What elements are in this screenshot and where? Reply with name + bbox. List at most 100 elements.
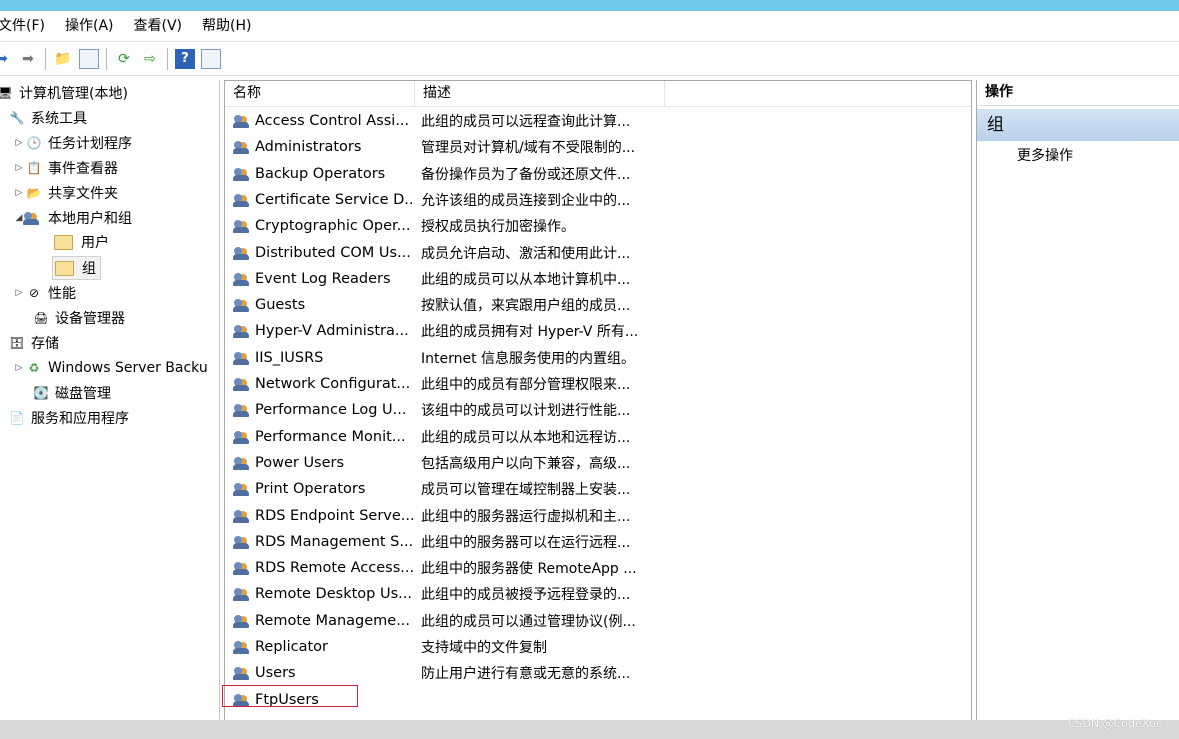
group-name-text: IIS_IUSRS xyxy=(255,349,324,366)
folder-icon xyxy=(54,234,73,250)
users-group-icon xyxy=(23,210,43,226)
group-name: Guests xyxy=(233,297,415,313)
group-description: 成员可以管理在域控制器上安装... xyxy=(421,482,631,499)
group-name-text: Print Operators xyxy=(255,481,366,498)
group-description: 包括高级用户以向下兼容，高级... xyxy=(421,455,631,472)
column-header-name[interactable]: 名称 xyxy=(225,81,415,106)
group-name-text: Distributed COM Us... xyxy=(255,244,411,261)
backup-icon: ♻ xyxy=(28,361,40,375)
help-icon[interactable]: ? xyxy=(175,48,195,69)
tree-node-event-viewer[interactable]: ▷ 📋 事件查看器 xyxy=(13,157,118,179)
table-row[interactable]: Distributed COM Us... 成员允许启动、激活和使用此计... xyxy=(225,240,971,266)
table-row[interactable]: Cryptographic Oper... 授权成员执行加密操作。 xyxy=(225,213,971,239)
tree-node-groups[interactable]: 组 xyxy=(52,256,101,280)
group-name: Certificate Service D... xyxy=(233,192,415,208)
table-row[interactable]: Event Log Readers 此组的成员可以从本地计算机中... xyxy=(225,266,971,292)
tree-node-device-manager[interactable]: 🖨 设备管理器 xyxy=(32,307,125,329)
column-header-description[interactable]: 描述 xyxy=(415,81,665,106)
tree-node-shared-folders[interactable]: ▷ 📂 共享文件夹 xyxy=(13,182,118,204)
tree-node-task-scheduler[interactable]: ▷ 🕒 任务计划程序 xyxy=(13,132,132,154)
table-row[interactable]: Remote Desktop Us... 此组中的成员被授予远程登录的... xyxy=(225,581,971,607)
table-row[interactable]: Certificate Service D... 允许该组的成员连接到企业中的..… xyxy=(225,187,971,213)
group-name: Replicator xyxy=(233,639,415,655)
show-hide-tree-icon[interactable] xyxy=(79,48,99,69)
group-name: RDS Endpoint Serve... xyxy=(233,508,415,524)
show-hide-action-pane-icon[interactable] xyxy=(201,48,221,69)
tree-node-storage[interactable]: 🗄 存储 xyxy=(8,332,59,354)
expand-arrow-icon[interactable]: ▷ xyxy=(13,138,25,148)
menu-help[interactable]: 帮助(H) xyxy=(192,11,261,41)
menu-view[interactable]: 查看(V) xyxy=(124,11,193,41)
tree-node-users[interactable]: 用户 xyxy=(54,231,109,253)
group-icon xyxy=(233,376,251,392)
table-row[interactable]: Performance Monit... 此组的成员可以从本地和远程访... xyxy=(225,424,971,450)
group-icon xyxy=(233,218,251,234)
table-row[interactable]: Power Users 包括高级用户以向下兼容，高级... xyxy=(225,450,971,476)
group-name: Administrators xyxy=(233,139,415,155)
menu-action[interactable]: 操作(A) xyxy=(55,11,124,41)
tree-node-windows-server-backup[interactable]: ▷ ♻ Windows Server Backu xyxy=(13,357,208,379)
menu-bar: 文件(F) 操作(A) 查看(V) 帮助(H) xyxy=(0,11,1179,42)
group-name: Hyper-V Administra... xyxy=(233,323,415,339)
group-icon xyxy=(233,323,251,339)
group-description: 该组中的成员可以计划进行性能... xyxy=(421,403,631,420)
group-icon xyxy=(233,192,251,208)
table-row[interactable]: IIS_IUSRS Internet 信息服务使用的内置组。 xyxy=(225,345,971,371)
table-row[interactable]: Backup Operators 备份操作员为了备份或还原文件... xyxy=(225,161,971,187)
group-description: 备份操作员为了备份或还原文件... xyxy=(421,166,631,183)
device-manager-icon: 🖨 xyxy=(33,311,49,325)
expand-arrow-icon[interactable]: ▷ xyxy=(13,163,25,173)
tree-node-root[interactable]: 🖥 计算机管理(本地) xyxy=(0,82,128,104)
group-icon xyxy=(233,560,251,576)
group-icon xyxy=(233,639,251,655)
tree-node-services-apps[interactable]: 📄 服务和应用程序 xyxy=(8,407,129,429)
tools-icon: 🔧 xyxy=(9,111,25,125)
group-name-text: Backup Operators xyxy=(255,165,386,182)
performance-icon: ⊘ xyxy=(28,286,40,300)
group-name-text: Event Log Readers xyxy=(255,270,391,287)
table-row[interactable]: Print Operators 成员可以管理在域控制器上安装... xyxy=(225,476,971,502)
table-row[interactable]: Replicator 支持域中的文件复制 xyxy=(225,634,971,660)
refresh-icon[interactable]: ⟳ xyxy=(114,49,134,69)
up-folder-icon[interactable]: 📁 xyxy=(53,49,73,69)
expand-arrow-icon[interactable]: ▷ xyxy=(13,288,25,298)
tree-node-performance[interactable]: ▷ ⊘ 性能 xyxy=(13,282,76,304)
group-icon xyxy=(233,271,251,287)
group-description: 支持域中的文件复制 xyxy=(421,640,547,656)
group-name-text: Certificate Service D... xyxy=(255,191,415,208)
table-row[interactable]: Performance Log U... 该组中的成员可以计划进行性能... xyxy=(225,397,971,423)
table-row[interactable]: Access Control Assi... 此组的成员可以远程查询此计算... xyxy=(225,108,971,134)
group-icon xyxy=(233,139,251,155)
table-row[interactable]: Administrators 管理员对计算机/域有不受限制的... xyxy=(225,134,971,160)
expand-arrow-icon[interactable]: ▷ xyxy=(13,363,25,373)
group-icon xyxy=(233,402,251,418)
group-name: Remote Desktop Us... xyxy=(233,586,415,602)
back-arrow-icon[interactable]: ➡ xyxy=(0,49,12,69)
group-name-text: Administrators xyxy=(255,139,362,156)
menu-file[interactable]: 文件(F) xyxy=(0,11,55,41)
table-row[interactable]: Users 防止用户进行有意或无意的系统... xyxy=(225,660,971,686)
tree-node-local-users-groups[interactable]: ◢ 本地用户和组 xyxy=(13,207,132,229)
export-list-icon[interactable]: ⇨ xyxy=(140,49,160,69)
group-icon xyxy=(233,455,251,471)
group-icon xyxy=(233,508,251,524)
more-actions-item[interactable]: 更多操作 xyxy=(977,145,1179,167)
table-row[interactable]: RDS Remote Access... 此组中的服务器使 RemoteApp .… xyxy=(225,555,971,581)
group-name-text: Hyper-V Administra... xyxy=(255,323,409,340)
table-row[interactable]: RDS Endpoint Serve... 此组中的服务器运行虚拟机和主... xyxy=(225,503,971,529)
tree-node-disk-management[interactable]: 💽 磁盘管理 xyxy=(32,382,111,404)
table-row[interactable]: Guests 按默认值，来宾跟用户组的成员... xyxy=(225,292,971,318)
expand-arrow-icon[interactable]: ▷ xyxy=(13,188,25,198)
table-row[interactable]: Hyper-V Administra... 此组的成员拥有对 Hyper-V 所有… xyxy=(225,318,971,344)
actions-section-groups[interactable]: 组 xyxy=(977,109,1179,141)
computer-management-icon: 🖥 xyxy=(0,85,14,101)
group-name-text: Performance Monit... xyxy=(255,428,406,445)
table-row[interactable]: RDS Management S... 此组中的服务器可以在运行远程... xyxy=(225,529,971,555)
group-icon xyxy=(233,586,251,602)
table-row[interactable]: Remote Manageme... 此组的成员可以通过管理协议(例... xyxy=(225,608,971,634)
tree-node-system-tools[interactable]: 🔧 系统工具 xyxy=(8,107,87,129)
group-name-text: RDS Remote Access... xyxy=(255,560,415,577)
group-name: RDS Management S... xyxy=(233,534,415,550)
table-row[interactable]: Network Configurat... 此组中的成员有部分管理权限来... xyxy=(225,371,971,397)
forward-arrow-icon[interactable]: ➡ xyxy=(18,49,38,69)
